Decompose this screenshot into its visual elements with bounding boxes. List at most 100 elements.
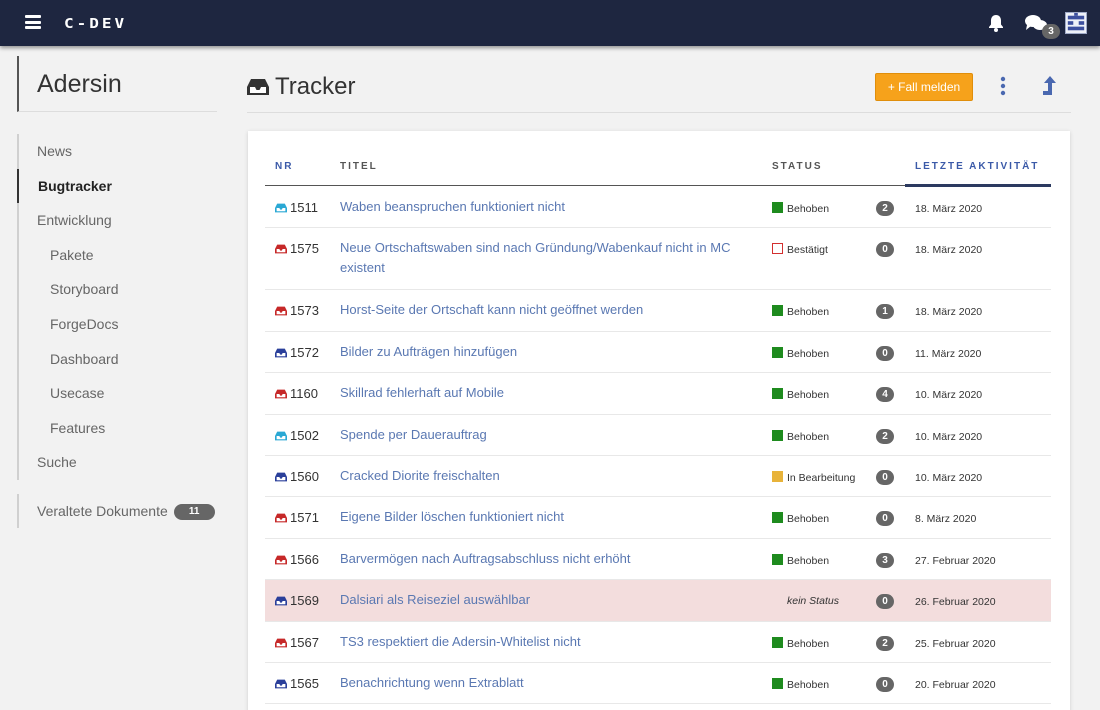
last-activity-date: 25. Februar 2020 bbox=[915, 637, 996, 650]
last-activity-date: 11. März 2020 bbox=[915, 347, 982, 360]
status-square-icon bbox=[772, 243, 783, 255]
row-title-link[interactable]: Cracked Diorite freischalten bbox=[340, 466, 755, 486]
inbox-icon bbox=[275, 389, 287, 399]
status-square-icon bbox=[772, 305, 783, 317]
comment-count-badge: 4 bbox=[876, 387, 894, 403]
row-number: 1160 bbox=[275, 386, 318, 401]
status-square-icon bbox=[772, 429, 783, 441]
row-number: 1572 bbox=[275, 345, 319, 360]
status-text: Behoben bbox=[787, 430, 830, 443]
table-row[interactable]: 1502 Spende per Dauerauftrag Behoben 2 10. M… bbox=[265, 415, 1051, 456]
row-title-link[interactable]: Bilder zu Aufträgen hinzufügen bbox=[340, 342, 755, 362]
report-case-button[interactable]: + Fall melden bbox=[875, 73, 973, 101]
row-title-link[interactable]: Horst-Seite der Ortschaft kann nicht geö… bbox=[340, 300, 755, 320]
table-row[interactable]: 1567 TS3 respektiert die Adersin-Whitelis… bbox=[265, 622, 1051, 663]
outdated-count-badge: 11 bbox=[173, 504, 215, 521]
status-text: Behoben bbox=[787, 389, 830, 402]
inbox-icon bbox=[275, 472, 287, 482]
status-square-icon bbox=[772, 388, 783, 400]
table-row[interactable]: 1160 Skillrad fehlerhaft auf Mobile Behobe… bbox=[265, 373, 1051, 415]
last-activity-date: 26. Februar 2020 bbox=[915, 596, 996, 609]
row-title-link[interactable]: Skillrad fehlerhaft auf Mobile bbox=[340, 383, 755, 403]
status-text: kein Status bbox=[787, 595, 839, 608]
status-square-icon bbox=[772, 677, 783, 689]
status-badge: In Bearbeitung bbox=[772, 470, 855, 484]
status-text: Behoben bbox=[787, 347, 830, 360]
column-status[interactable]: STATUS bbox=[772, 161, 823, 172]
column-last-activity[interactable]: LETZTE AKTIVITÄT bbox=[915, 161, 1039, 172]
last-activity-date: 18. März 2020 bbox=[915, 203, 983, 215]
last-activity-date: 27. Februar 2020 bbox=[915, 554, 996, 567]
inbox-icon bbox=[275, 245, 287, 254]
sidebar-item-storyboard[interactable]: Storyboard bbox=[19, 272, 217, 307]
sidebar-item-entwicklung[interactable]: Entwicklung bbox=[19, 203, 217, 238]
row-title-link[interactable]: Benachrichtung wenn Extrablatt bbox=[340, 673, 755, 693]
row-number-text: 1511 bbox=[290, 200, 318, 215]
sidebar-item-bugtracker[interactable]: Bugtracker bbox=[17, 168, 217, 204]
sidebar-item-suche[interactable]: Suche bbox=[19, 445, 217, 480]
sidebar-item-label: Veraltete Dokumente bbox=[37, 503, 168, 519]
table-row[interactable]: 1575 Neue Ortschaftswaben sind nach Gründ… bbox=[265, 228, 1051, 291]
sidebar-item-features[interactable]: Features bbox=[19, 411, 217, 446]
inbox-icon bbox=[275, 348, 287, 358]
table-row[interactable]: 1566 Barvermögen nach Auftragsabschluss n… bbox=[265, 539, 1051, 581]
status-badge: Behoben bbox=[772, 553, 830, 567]
top-bar: C-DEV 3 bbox=[0, 0, 1100, 46]
table-row[interactable]: 1571 Eigene Bilder löschen funktioniert n… bbox=[265, 497, 1051, 539]
comment-count-badge: 3 bbox=[876, 552, 894, 568]
table-row[interactable]: 1572 Bilder zu Aufträgen hinzufügen Behobe… bbox=[265, 332, 1051, 374]
last-activity-date: 8. März 2020 bbox=[915, 513, 977, 526]
status-square-icon bbox=[772, 346, 783, 358]
comment-count-badge: 0 bbox=[876, 469, 894, 485]
comment-count-badge: 2 bbox=[876, 201, 894, 216]
status-badge: Behoben bbox=[772, 388, 829, 401]
status-badge: Behoben bbox=[772, 636, 830, 650]
row-title-link[interactable]: Dalsiari als Reiseziel auswählbar bbox=[340, 590, 755, 610]
sidebar-item-outdated-docs[interactable]: Veraltete Dokumente 11 bbox=[17, 494, 217, 528]
sidebar-item-forgedocs[interactable]: ForgeDocs bbox=[19, 307, 217, 342]
status-square-icon bbox=[772, 202, 783, 213]
tracker-card: NR TITEL STATUS LETZTE AKTIVITÄT 1511 Wab… bbox=[248, 131, 1070, 710]
row-number: 1565 bbox=[275, 676, 319, 691]
row-number-text: 1160 bbox=[290, 386, 318, 402]
status-text: Behoben bbox=[787, 554, 830, 567]
level-up-icon[interactable] bbox=[1040, 75, 1060, 97]
row-title-link[interactable]: Eigene Bilder löschen funktioniert nicht bbox=[340, 507, 755, 527]
status-text: Behoben bbox=[787, 306, 830, 319]
table-row[interactable]: 1565 Benachrichtung wenn Extrablatt Behobe… bbox=[265, 663, 1051, 705]
row-title-link[interactable]: Barvermögen nach Auftragsabschluss nicht… bbox=[340, 549, 755, 569]
sidebar-item-news[interactable]: News bbox=[19, 134, 217, 169]
status-text: Behoben bbox=[787, 637, 830, 650]
row-number: 1566 bbox=[275, 552, 319, 567]
inbox-icon bbox=[275, 555, 287, 565]
comment-count-badge: 0 bbox=[876, 242, 894, 258]
last-activity-date: 10. März 2020 bbox=[915, 389, 983, 402]
table-row[interactable]: 1569 Dalsiari als Reiseziel auswählbar kei… bbox=[265, 580, 1051, 622]
column-nr[interactable]: NR bbox=[275, 161, 293, 172]
row-title-link[interactable]: Waben beanspruchen funktioniert nicht bbox=[340, 197, 755, 217]
row-title-link[interactable]: Spende per Dauerauftrag bbox=[340, 425, 755, 445]
row-number-text: 1560 bbox=[290, 468, 319, 484]
page-header: Tracker + Fall melden bbox=[247, 60, 1071, 113]
sidebar-item-dashboard[interactable]: Dashboard bbox=[19, 342, 217, 377]
more-options-icon[interactable] bbox=[999, 76, 1007, 96]
sidebar-item-pakete[interactable]: Pakete bbox=[19, 238, 217, 273]
status-badge: Behoben bbox=[772, 202, 829, 215]
table-row[interactable]: 1560 Cracked Diorite freischalten In Bearb… bbox=[265, 456, 1051, 498]
table-row[interactable]: 1573 Horst-Seite der Ortschaft kann nicht… bbox=[265, 290, 1051, 332]
row-number: 1573 bbox=[275, 303, 319, 318]
row-title-link[interactable]: Neue Ortschaftswaben sind nach Gründung/… bbox=[340, 238, 755, 278]
app-logo[interactable]: C-DEV bbox=[64, 15, 127, 31]
last-activity-date: 10. März 2020 bbox=[915, 430, 983, 443]
sidebar-item-usecase[interactable]: Usecase bbox=[19, 376, 217, 411]
column-title[interactable]: TITEL bbox=[340, 161, 378, 172]
row-number: 1567 bbox=[275, 635, 319, 650]
table-row[interactable]: 1511 Waben beanspruchen funktioniert nich… bbox=[265, 187, 1051, 229]
menu-icon[interactable] bbox=[25, 15, 41, 29]
row-number-text: 1569 bbox=[290, 593, 319, 609]
avatar[interactable] bbox=[1065, 12, 1087, 34]
bell-icon[interactable] bbox=[986, 13, 1006, 33]
row-title-link[interactable]: TS3 respektiert die Adersin-Whitelist ni… bbox=[340, 632, 755, 652]
row-number-text: 1572 bbox=[290, 344, 319, 360]
chat-count-badge: 3 bbox=[1042, 24, 1060, 39]
